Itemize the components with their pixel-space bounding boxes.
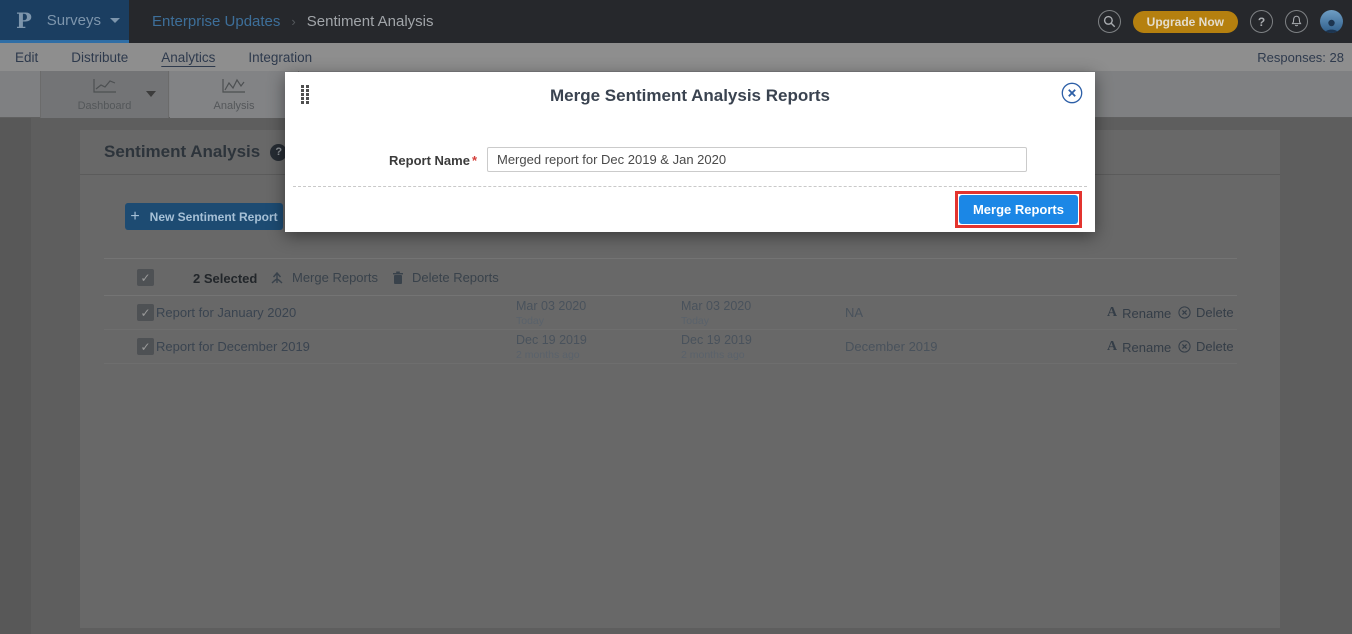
modified-date: Mar 03 2020 bbox=[681, 299, 751, 313]
left-gutter bbox=[0, 118, 31, 634]
merge-reports-button[interactable]: Merge Reports bbox=[959, 195, 1078, 224]
rename-icon: A bbox=[1107, 305, 1117, 321]
product-name: Surveys bbox=[47, 12, 101, 29]
new-report-label: New Sentiment Report bbox=[150, 210, 278, 224]
rename-action[interactable]: A Rename bbox=[1107, 305, 1171, 321]
person-icon bbox=[1323, 18, 1340, 33]
close-icon bbox=[1061, 82, 1083, 104]
created-relative: 2 months ago bbox=[516, 349, 580, 361]
product-switcher[interactable]: P Surveys bbox=[0, 0, 129, 43]
created-date: Mar 03 2020 bbox=[516, 299, 586, 313]
new-sentiment-report-button[interactable]: + New Sentiment Report bbox=[125, 203, 283, 230]
modal-title: Merge Sentiment Analysis Reports bbox=[285, 72, 1095, 106]
breadcrumb-current-page: Sentiment Analysis bbox=[307, 13, 434, 30]
created-date-cell: Mar 03 2020 Today bbox=[516, 299, 586, 328]
plus-icon: + bbox=[130, 208, 139, 226]
rename-action[interactable]: A Rename bbox=[1107, 339, 1171, 355]
breadcrumb: Enterprise Updates › Sentiment Analysis bbox=[152, 0, 433, 43]
topbar-actions: Upgrade Now ? bbox=[1098, 0, 1343, 43]
table-row: ✓ Report for January 2020 Mar 03 2020 To… bbox=[104, 296, 1237, 330]
report-name-link[interactable]: Report for January 2020 bbox=[156, 296, 296, 330]
report-period: NA bbox=[845, 296, 863, 330]
toolbar-tab-analysis[interactable]: Analysis bbox=[170, 71, 299, 118]
rename-label: Rename bbox=[1122, 306, 1171, 321]
delete-reports-label: Delete Reports bbox=[412, 270, 499, 285]
merge-icon bbox=[270, 270, 284, 285]
toolbar-tab-dashboard[interactable]: Dashboard bbox=[40, 71, 169, 118]
top-bar: P Surveys Enterprise Updates › Sentiment… bbox=[0, 0, 1352, 43]
notifications-button[interactable] bbox=[1285, 10, 1308, 33]
selection-action-bar: ✓ 2 Selected Merge Reports bbox=[104, 258, 1237, 296]
chevron-down-icon[interactable] bbox=[146, 91, 156, 97]
report-period: December 2019 bbox=[845, 330, 938, 364]
delete-label: Delete bbox=[1196, 339, 1234, 354]
check-icon: ✓ bbox=[140, 271, 150, 285]
zigzag-chart-icon bbox=[221, 77, 247, 94]
merge-reports-action[interactable]: Merge Reports bbox=[270, 270, 378, 285]
breadcrumb-separator-icon: › bbox=[291, 14, 295, 29]
table-row: ✓ Report for December 2019 Dec 19 2019 2… bbox=[104, 330, 1237, 364]
tab-analytics[interactable]: Analytics bbox=[161, 50, 215, 65]
created-date-cell: Dec 19 2019 2 months ago bbox=[516, 333, 587, 362]
modified-date-cell: Dec 19 2019 2 months ago bbox=[681, 333, 752, 362]
action-highlight-box: Merge Reports bbox=[955, 191, 1082, 228]
select-all-checkbox[interactable]: ✓ bbox=[137, 269, 154, 286]
created-date: Dec 19 2019 bbox=[516, 333, 587, 347]
check-icon: ✓ bbox=[140, 306, 150, 320]
merge-reports-label: Merge Reports bbox=[292, 270, 378, 285]
delete-action[interactable]: Delete bbox=[1178, 339, 1234, 354]
footer-divider bbox=[293, 186, 1087, 187]
toolbar-tab-label: Dashboard bbox=[41, 100, 168, 112]
modified-date: Dec 19 2019 bbox=[681, 333, 752, 347]
modified-relative: Today bbox=[681, 315, 709, 327]
brand-logo-icon: P bbox=[16, 8, 32, 33]
tab-distribute[interactable]: Distribute bbox=[71, 50, 128, 65]
bell-icon bbox=[1290, 15, 1303, 28]
toolbar-tab-label: Analysis bbox=[170, 100, 298, 112]
reports-table: ✓ 2 Selected Merge Reports bbox=[104, 258, 1237, 364]
report-name-input[interactable] bbox=[487, 147, 1027, 172]
breadcrumb-survey-link[interactable]: Enterprise Updates bbox=[152, 13, 280, 30]
responses-count: Responses: 28 bbox=[1257, 50, 1352, 65]
help-button[interactable]: ? bbox=[1250, 10, 1273, 33]
question-mark-icon: ? bbox=[275, 146, 282, 158]
trash-icon bbox=[392, 271, 404, 285]
circle-x-icon bbox=[1178, 340, 1191, 353]
delete-action[interactable]: Delete bbox=[1178, 305, 1234, 320]
modified-relative: 2 months ago bbox=[681, 349, 745, 361]
row-checkbox[interactable]: ✓ bbox=[137, 338, 154, 355]
rename-icon: A bbox=[1107, 339, 1117, 355]
created-relative: Today bbox=[516, 315, 544, 327]
row-checkbox[interactable]: ✓ bbox=[137, 304, 154, 321]
upgrade-now-button[interactable]: Upgrade Now bbox=[1133, 11, 1238, 33]
modal-close-button[interactable] bbox=[1061, 82, 1083, 109]
page-title: Sentiment Analysis bbox=[104, 142, 260, 162]
question-mark-icon: ? bbox=[1258, 15, 1265, 29]
delete-label: Delete bbox=[1196, 305, 1234, 320]
rename-label: Rename bbox=[1122, 340, 1171, 355]
drag-handle-icon[interactable] bbox=[300, 84, 310, 103]
modified-date-cell: Mar 03 2020 Today bbox=[681, 299, 751, 328]
merge-reports-modal: Merge Sentiment Analysis Reports Report … bbox=[285, 72, 1095, 232]
report-name-link[interactable]: Report for December 2019 bbox=[156, 330, 310, 364]
delete-reports-action[interactable]: Delete Reports bbox=[392, 270, 499, 285]
search-button[interactable] bbox=[1098, 10, 1121, 33]
survey-nav: Edit Distribute Analytics Integration Re… bbox=[0, 43, 1352, 71]
search-icon bbox=[1103, 15, 1116, 28]
tab-integration[interactable]: Integration bbox=[248, 50, 312, 65]
chevron-down-icon bbox=[110, 18, 120, 23]
report-name-label: Report Name* bbox=[285, 153, 477, 168]
line-chart-icon bbox=[92, 77, 118, 94]
selected-count: 2 Selected bbox=[193, 271, 257, 286]
required-marker: * bbox=[472, 153, 477, 168]
report-name-label-text: Report Name bbox=[389, 153, 470, 168]
circle-x-icon bbox=[1178, 306, 1191, 319]
tab-edit[interactable]: Edit bbox=[15, 50, 38, 65]
user-avatar[interactable] bbox=[1320, 10, 1343, 33]
check-icon: ✓ bbox=[140, 340, 150, 354]
